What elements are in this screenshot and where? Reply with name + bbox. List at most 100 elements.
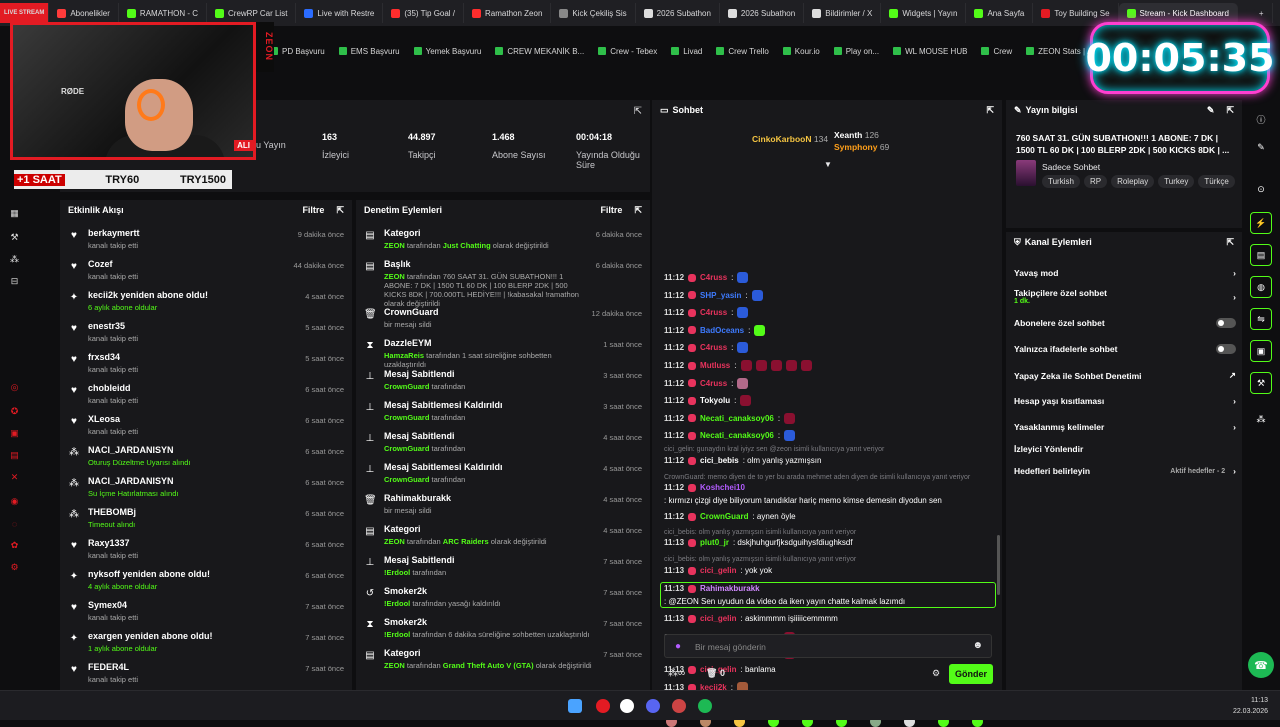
browser-tab[interactable]: RAMATHON - C — [119, 3, 207, 23]
tiktok-icon[interactable]: ◌ — [9, 518, 20, 529]
bookmark-item[interactable]: Crew - Tebex — [598, 47, 657, 56]
x-twitter-icon[interactable]: ✕ — [9, 472, 20, 483]
channel-action-item[interactable]: Yasaklanmış kelimeler › — [1014, 422, 1236, 432]
users-icon[interactable]: ⁂ — [9, 254, 20, 265]
activity-filter-button[interactable]: Filtre — [302, 205, 324, 215]
chat-username[interactable]: Koshchei10 — [700, 483, 745, 492]
opera-icon[interactable] — [596, 699, 610, 713]
chat-username[interactable]: C4russ — [700, 308, 727, 317]
browser-tab[interactable]: 2026 Subathon — [720, 3, 805, 23]
chat-username[interactable]: Tokyolu — [700, 396, 730, 405]
browser-tab[interactable]: CrewRP Car List — [207, 3, 297, 23]
chat-username[interactable]: Rahimakburakk — [700, 584, 760, 593]
discord-icon[interactable]: ✪ — [9, 406, 20, 417]
lightning-icon[interactable]: ⚡ — [1250, 212, 1272, 234]
media-icon[interactable]: ▤ — [9, 450, 20, 461]
browser-tab[interactable]: Ramathon Zeon — [464, 3, 552, 23]
browser-tab[interactable]: (35) Tip Goal / — [383, 3, 465, 23]
microphone-icon[interactable]: ● — [675, 641, 681, 652]
edit-icon[interactable]: ✎ — [1207, 105, 1215, 116]
chat-username[interactable]: Necati_canaksoy06 — [700, 414, 774, 423]
community-icon[interactable]: ✿ — [9, 540, 20, 551]
bookmark-item[interactable]: WL MOUSE HUB — [893, 47, 967, 56]
channel-action-item[interactable]: Hesap yaşı kısıtlaması › — [1014, 396, 1236, 406]
chevron-right-icon[interactable]: › — [1233, 292, 1236, 302]
channel-action-item[interactable]: Yavaş mod › — [1014, 268, 1236, 278]
browser-tab[interactable]: Toy Building Se — [1033, 3, 1119, 23]
popout-icon[interactable]: ⇱ — [1226, 237, 1234, 248]
tag-chip[interactable]: Turkish — [1042, 175, 1080, 188]
browser-tab[interactable]: LIVE STREAM — [0, 3, 50, 23]
edit-icon[interactable]: ✎ — [1250, 136, 1272, 158]
popout-icon[interactable]: ⇱ — [336, 205, 344, 216]
tools-icon[interactable]: ⚒ — [1250, 372, 1272, 394]
info-icon[interactable]: ⓘ — [1250, 108, 1272, 130]
channel-action-item[interactable]: İzleyici Yönlendir — [1014, 444, 1236, 454]
headset-button[interactable]: ☎ — [1248, 652, 1274, 678]
channel-action-item[interactable]: Hedefleri belirleyin Aktif hedefler - 2 › — [1014, 466, 1236, 476]
tag-chip[interactable]: Turkey — [1158, 175, 1195, 188]
send-button[interactable]: Gönder — [949, 664, 993, 684]
browser-tab[interactable]: Stream - Kick Dashboard — [1118, 3, 1238, 23]
browser-tab[interactable]: Bildirimler / X — [804, 3, 882, 23]
target-icon[interactable]: ⊙ — [1250, 178, 1272, 200]
chat-bubble-icon[interactable]: ◍ — [1250, 276, 1272, 298]
popout-icon[interactable]: ⇱ — [634, 106, 642, 117]
notes-icon[interactable]: ▤ — [1250, 244, 1272, 266]
channel-action-item[interactable]: Takipçilere özel sohbet 1 dk. › — [1014, 288, 1236, 305]
chat-username[interactable]: cici_gelin — [700, 566, 736, 575]
chat-username[interactable]: cici_bebis — [700, 456, 739, 465]
dashboard-icon[interactable]: ▦ — [9, 208, 20, 219]
chat-scrollbar[interactable] — [997, 535, 1000, 595]
browser-tab[interactable]: Abonelikler — [49, 3, 119, 23]
chat-username[interactable]: C4russ — [700, 343, 727, 352]
bookmark-item[interactable]: Yemek Başvuru — [413, 47, 481, 56]
bookmark-item[interactable]: Crew Trello — [716, 47, 769, 56]
chevron-right-icon[interactable]: › — [1233, 396, 1236, 406]
browser-tab[interactable]: Kick Çekiliş Sis — [551, 3, 636, 23]
bookmark-item[interactable]: EMS Başvuru — [338, 47, 400, 56]
toggle-switch[interactable] — [1216, 318, 1236, 328]
bookmark-item[interactable]: Kour.io — [782, 47, 820, 56]
steam-icon[interactable] — [672, 699, 686, 713]
discord-icon[interactable] — [646, 699, 660, 713]
chevron-right-icon[interactable]: › — [1233, 268, 1236, 278]
chat-username[interactable]: Necati_canaksoy06 — [700, 431, 774, 440]
files-icon[interactable] — [620, 699, 634, 713]
instagram-icon[interactable]: ◉ — [9, 496, 20, 507]
kick-icon[interactable]: ◎ — [9, 382, 20, 393]
chat-username[interactable]: BadOceans — [700, 326, 744, 335]
chevron-right-icon[interactable]: › — [1233, 422, 1236, 432]
bookmark-item[interactable]: Play on... — [833, 47, 879, 56]
users-icon[interactable]: ⁂ — [1250, 408, 1272, 430]
external-link-icon[interactable]: ↗ — [1229, 370, 1236, 381]
bookmark-item[interactable]: Livad — [671, 47, 702, 56]
emoji-icon[interactable]: ☻ — [972, 640, 983, 651]
bookmark-item[interactable]: Crew — [981, 47, 1012, 56]
settings-icon[interactable]: ⚙ — [9, 562, 20, 573]
browser-tab[interactable]: Widgets | Yayın — [881, 3, 967, 23]
chevron-right-icon[interactable]: › — [1233, 466, 1236, 476]
browser-tab[interactable]: 2026 Subathon — [636, 3, 720, 23]
popout-icon[interactable]: ⇱ — [634, 205, 642, 216]
trash-icon[interactable]: 🗑 — [706, 668, 720, 678]
bookmark-item[interactable]: ZEON Stats | Aero... — [1026, 47, 1090, 56]
chat-username[interactable]: cici_gelin — [700, 614, 736, 623]
bookmark-item[interactable]: CREW MEKANİK B... — [495, 47, 584, 56]
chat-username[interactable]: C4russ — [700, 273, 727, 282]
toggle-switch[interactable] — [1216, 344, 1236, 354]
browser-tab[interactable]: + — [1238, 3, 1273, 23]
chat-username[interactable]: SHP_yasin — [700, 291, 741, 300]
library-icon[interactable]: ⊟ — [9, 276, 20, 287]
popout-icon[interactable]: ⇱ — [1226, 105, 1234, 116]
channel-action-item[interactable]: Yalnızca ifadelerle sohbet — [1014, 344, 1236, 354]
chat-message-input[interactable]: ● Bir mesaj gönderin ☻ — [664, 634, 992, 658]
media-icon[interactable]: ▣ — [1250, 340, 1272, 362]
swap-icon[interactable]: ⇋ — [1250, 308, 1272, 330]
browser-tab[interactable]: Live with Restre — [296, 3, 384, 23]
bookmark-item[interactable]: PD Başvuru — [270, 47, 325, 56]
chat-username[interactable]: CrownGuard — [700, 512, 748, 521]
channel-action-item[interactable]: Abonelere özel sohbet — [1014, 318, 1236, 328]
users-icon[interactable]: ⁂∞ — [668, 668, 685, 679]
browser-tab[interactable]: Ana Sayfa — [966, 3, 1034, 23]
